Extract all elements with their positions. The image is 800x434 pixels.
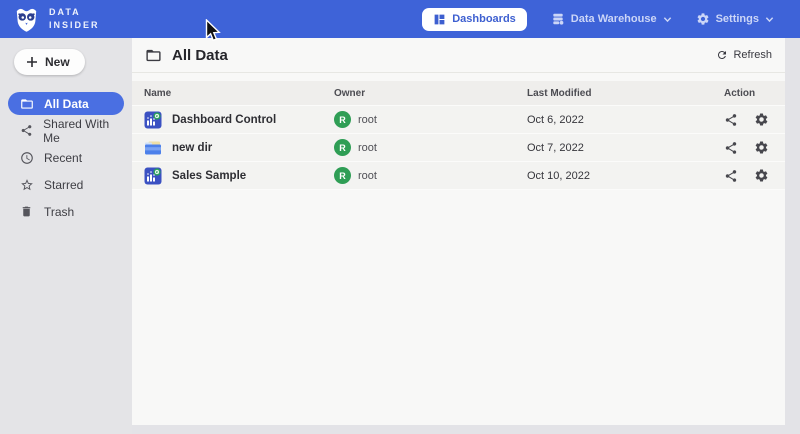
dashboards-label: Dashboards	[452, 13, 516, 25]
gear-icon[interactable]	[754, 140, 769, 155]
file-name: new dir	[172, 142, 212, 154]
new-button[interactable]: New	[14, 49, 85, 75]
sidebar-item-label: All Data	[44, 97, 89, 111]
table-header-row: Name Owner Last Modified Action	[132, 81, 785, 106]
sidebar-item-label: Trash	[44, 205, 74, 219]
trash-icon	[20, 205, 34, 218]
chevron-down-icon	[663, 15, 672, 24]
owner-name: root	[358, 170, 377, 182]
clock-icon	[20, 151, 34, 165]
folder-file-icon	[144, 139, 162, 157]
new-button-label: New	[45, 55, 70, 69]
table-row[interactable]: Sales Sample R root Oct 10, 2022	[132, 162, 785, 190]
sidebar-item-shared-with-me[interactable]: Shared With Me	[8, 119, 124, 142]
dashboard-grid-icon	[433, 13, 446, 26]
owner-name: root	[358, 142, 377, 154]
brand-line2: INSIDER	[49, 19, 100, 32]
gear-icon[interactable]	[754, 112, 769, 127]
refresh-button[interactable]: Refresh	[716, 49, 772, 61]
folder-icon	[145, 47, 162, 64]
topbar: DATA INSIDER Dashboards Data Wareho	[0, 0, 800, 38]
data-warehouse-label: Data Warehouse	[571, 13, 657, 25]
sidebar-item-recent[interactable]: Recent	[8, 146, 124, 169]
brand-line1: DATA	[49, 6, 100, 19]
owl-logo-icon	[13, 6, 40, 33]
share-icon	[20, 124, 33, 137]
column-header-name: Name	[144, 88, 334, 99]
column-header-action: Action	[724, 88, 785, 99]
sidebar-item-all-data[interactable]: All Data	[8, 92, 124, 115]
refresh-icon	[716, 49, 728, 61]
brand: DATA INSIDER	[0, 6, 100, 33]
sidebar-item-starred[interactable]: Starred	[8, 173, 124, 196]
file-name: Dashboard Control	[172, 114, 276, 126]
dashboards-button[interactable]: Dashboards	[422, 8, 527, 31]
panel-header: All Data Refresh	[132, 38, 785, 73]
sidebar-item-trash[interactable]: Trash	[8, 200, 124, 223]
last-modified: Oct 10, 2022	[527, 170, 724, 182]
last-modified: Oct 6, 2022	[527, 114, 724, 126]
owner-avatar: R	[334, 111, 351, 128]
column-header-owner: Owner	[334, 88, 527, 99]
dashboard-file-icon	[144, 111, 162, 129]
file-name: Sales Sample	[172, 170, 246, 182]
chevron-down-icon	[765, 15, 774, 24]
brand-text: DATA INSIDER	[49, 6, 100, 31]
plus-icon	[26, 56, 38, 68]
table-row[interactable]: new dir R root Oct 7, 2022	[132, 134, 785, 162]
gear-icon[interactable]	[754, 168, 769, 183]
dashboard-file-icon	[144, 167, 162, 185]
star-icon	[20, 178, 34, 192]
folder-icon	[20, 97, 34, 111]
last-modified: Oct 7, 2022	[527, 142, 724, 154]
gear-icon	[696, 12, 710, 26]
refresh-label: Refresh	[733, 49, 772, 61]
main-panel: All Data Refresh Name Owner Last Modifie…	[132, 38, 785, 425]
column-header-last-modified: Last Modified	[527, 88, 724, 99]
sidebar-item-label: Shared With Me	[43, 117, 124, 145]
owner-avatar: R	[334, 167, 351, 184]
settings-label: Settings	[716, 13, 759, 25]
sidebar: New All Data Shared With Me Recent	[0, 38, 132, 434]
share-icon[interactable]	[724, 141, 738, 155]
files-table: Name Owner Last Modified Action	[132, 81, 785, 190]
sidebar-item-label: Starred	[44, 178, 83, 192]
share-icon[interactable]	[724, 169, 738, 183]
database-icon	[551, 12, 565, 26]
owner-name: root	[358, 114, 377, 126]
sidebar-item-label: Recent	[44, 151, 82, 165]
page-title: All Data	[172, 47, 228, 64]
data-warehouse-menu[interactable]: Data Warehouse	[551, 12, 672, 26]
settings-menu[interactable]: Settings	[696, 12, 774, 26]
share-icon[interactable]	[724, 113, 738, 127]
topbar-nav: Dashboards Data Warehouse	[422, 8, 800, 31]
table-row[interactable]: Dashboard Control R root Oct 6, 2022	[132, 106, 785, 134]
owner-avatar: R	[334, 139, 351, 156]
